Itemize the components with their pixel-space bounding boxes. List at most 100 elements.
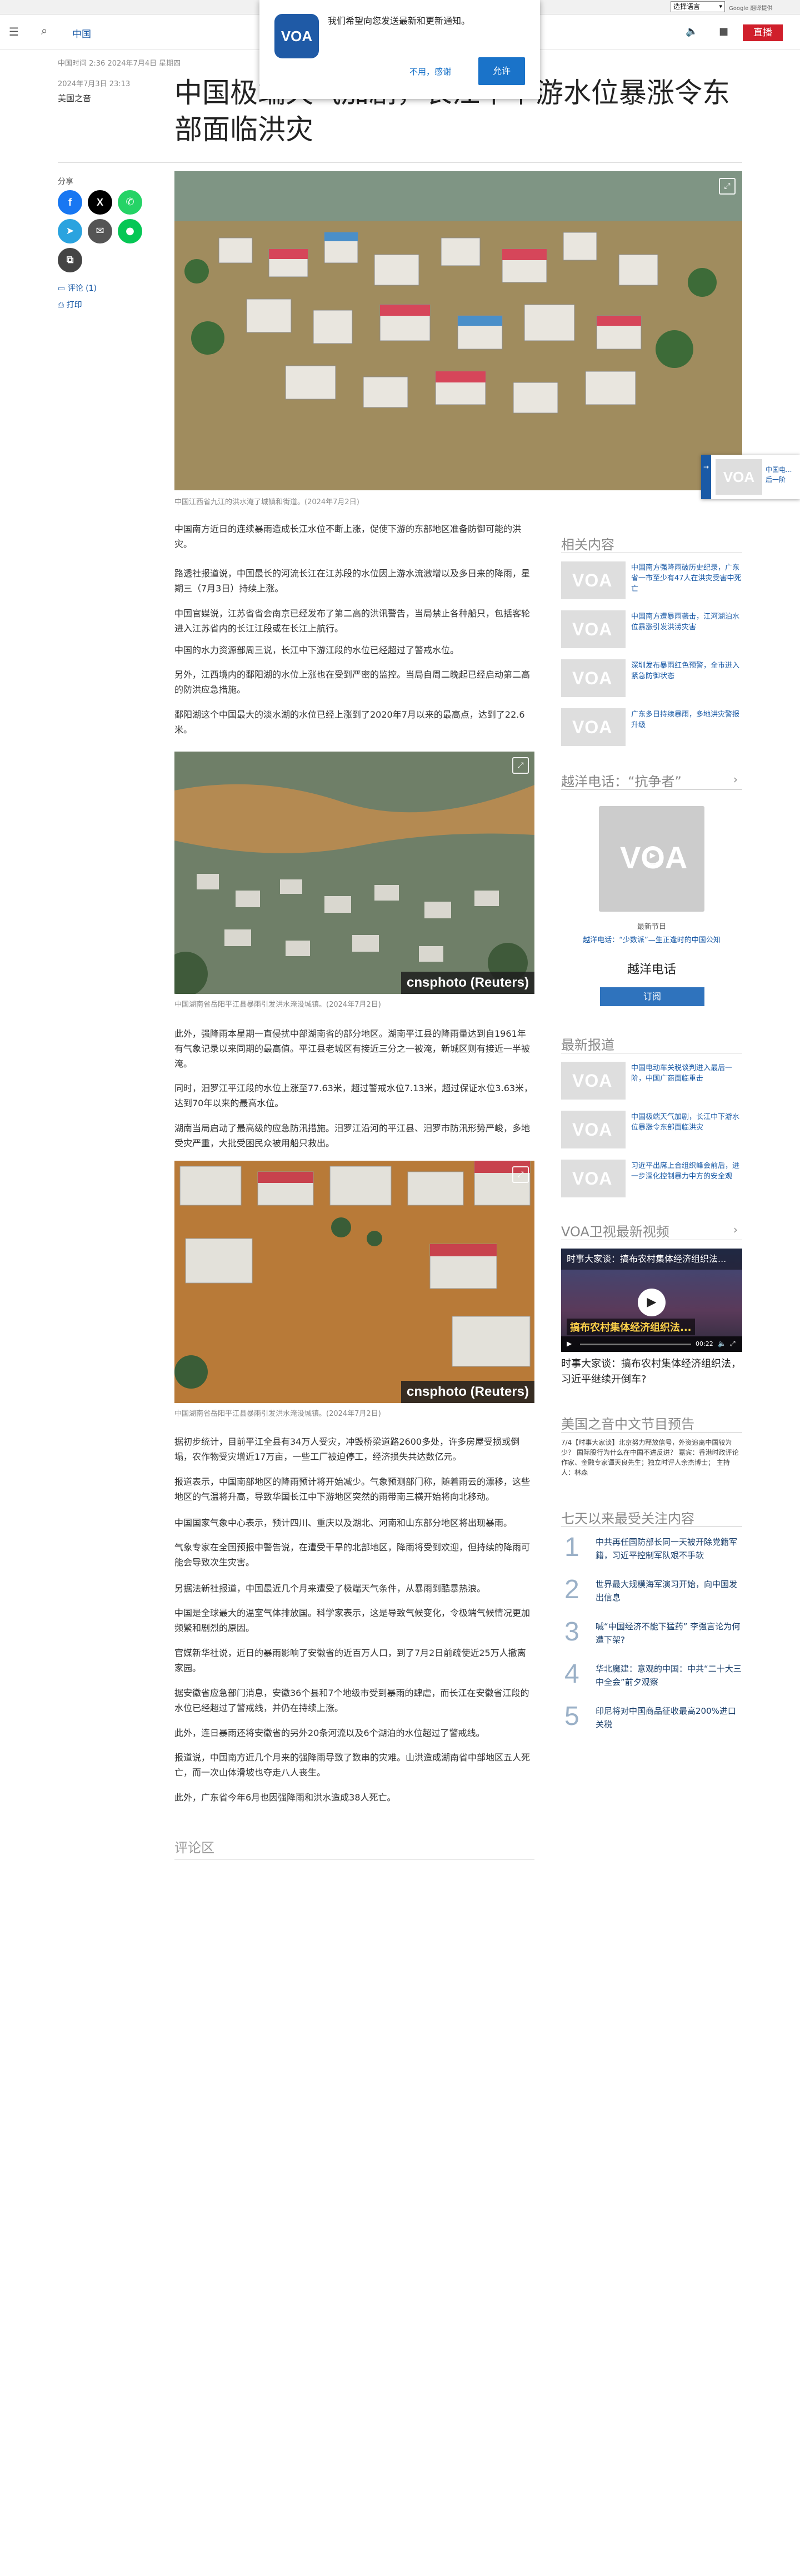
- fullscreen-icon[interactable]: ⤢: [730, 1340, 736, 1348]
- progress-bar[interactable]: [580, 1344, 691, 1345]
- paragraph: 据初步统计，目前平江全县有34万人受灾，冲毁桥梁道路2600多处，许多房屋受损或…: [174, 1436, 520, 1462]
- latest-item-title: 习近平出席上合组织峰会前后，进一步深化控制暴力中方的安全观: [631, 1162, 740, 1181]
- video-controls: ▶ 00:22 🔈 ⤢: [561, 1336, 742, 1352]
- language-select[interactable]: 选择语言: [671, 1, 725, 12]
- paragraph: 报道说，中国南方近几个月来的强降雨导致了数串的灾难。山洪造成湖南省中部地区五人死…: [174, 1752, 531, 1778]
- allow-button[interactable]: 允许: [478, 57, 525, 85]
- chevron-right-icon[interactable]: ›: [733, 1223, 738, 1236]
- paragraph: 另外，江西境内的鄱阳湖的水位上涨也在受到严密的监控。当局自周二晚起已经启动第二高…: [174, 669, 531, 695]
- paragraph: 中国的水力资源部周三说，长江中下游江段的水位已经超过了警戒水位。: [174, 645, 459, 655]
- comments-link[interactable]: ▭ 评论 (1): [58, 282, 97, 294]
- section-divider: [561, 1526, 742, 1527]
- live-button[interactable]: 直播: [743, 24, 783, 41]
- hero-caption: 中国江西省九江的洪水淹了城镇和街道。(2024年7月2日): [174, 498, 359, 506]
- paragraph: 鄱阳湖这个中国最大的淡水湖的水位已经上涨到了2020年7月以来的最高点，达到了2…: [174, 709, 525, 735]
- copy-link-icon[interactable]: ⧉: [58, 248, 82, 272]
- fullscreen-icon[interactable]: ⤢: [719, 178, 736, 195]
- popular-title: 七天以来最受关注内容: [561, 1511, 694, 1526]
- paragraph: 此外，广东省今年6月也因强降雨和洪水造成38人死亡。: [174, 1792, 396, 1803]
- article-photo[interactable]: ⤢ cnsphoto (Reuters): [174, 1161, 534, 1403]
- video-section-title[interactable]: VOA卫视最新视频: [561, 1221, 669, 1240]
- play-icon[interactable]: ▶: [638, 1289, 666, 1316]
- comments-heading: 评论区: [174, 1840, 214, 1856]
- podcast-episode-link[interactable]: 越洋电话：“少数派”—生正逢时的中国公知: [561, 934, 742, 944]
- related-item[interactable]: VOA 中国南方强降雨破历史纪录，广东省一市至少有47人在洪灾受害中死亡: [561, 561, 742, 600]
- related-thumb: VOA: [561, 561, 626, 599]
- print-link[interactable]: ⎙ 打印: [58, 299, 82, 310]
- paragraph: 报道表示，中国南部地区的降雨预计将开始减少。气象预测部门称，随着雨云的漂移，这些…: [174, 1476, 531, 1502]
- comment-icon: ▭: [58, 284, 68, 293]
- flood-street-illustration: [174, 1161, 534, 1403]
- menu-icon[interactable]: ☰: [9, 26, 19, 37]
- volume-icon[interactable]: 🔈: [718, 1340, 726, 1347]
- google-translate-label: Google 翻译提供: [729, 6, 773, 12]
- latest-item[interactable]: VOA 中国极端天气加剧，长江中下游水位暴涨令东部面临洪灾: [561, 1111, 742, 1150]
- podcast-latest-label: 最新节目: [637, 923, 666, 931]
- video-icon[interactable]: ■: [719, 26, 728, 37]
- telegram-share-icon[interactable]: ➤: [58, 219, 82, 243]
- related-item[interactable]: VOA 广东多日持续暴雨，多地洪灾警报升级: [561, 708, 742, 747]
- schedule-text: 7/4【时事大家谈】北京努力释放信号，外资追离中国较为少？ 国际股行为什么在中国…: [561, 1439, 739, 1476]
- x-share-icon[interactable]: X: [88, 190, 112, 215]
- chevron-right-icon[interactable]: ›: [733, 773, 738, 786]
- fullscreen-icon[interactable]: ⤢: [512, 757, 529, 774]
- floating-related-box[interactable]: → VOA 中国电... 后一阶: [701, 455, 800, 499]
- whatsapp-share-icon[interactable]: ✆: [118, 190, 142, 215]
- related-thumb: VOA: [561, 659, 626, 697]
- latest-thumb: VOA: [561, 1111, 626, 1148]
- related-item[interactable]: VOA 深圳发布暴雨红色预警，全市进入紧急防御状态: [561, 659, 742, 698]
- search-icon[interactable]: ⌕: [41, 25, 47, 36]
- notification-message: 我们希望向您发送最新和更新通知。: [328, 16, 471, 26]
- facebook-share-icon[interactable]: f: [58, 190, 82, 215]
- email-share-icon[interactable]: ✉: [88, 219, 112, 243]
- rank-number: 3: [564, 1617, 579, 1647]
- flood-town-illustration: [174, 171, 742, 490]
- video-subtitle: 搞布农村集体经济组织法...: [567, 1319, 695, 1335]
- video-player[interactable]: 时事大家谈：搞布农村集体经济组织法... ▶ 搞布农村集体经济组织法... ▶ …: [561, 1249, 742, 1352]
- latest-item[interactable]: VOA 习近平出席上合组织峰会前后，进一步深化控制暴力中方的安全观: [561, 1160, 742, 1199]
- popular-item[interactable]: 华北魔建：意观的中国：中共“二十大三中全会”前夕观察: [596, 1662, 742, 1689]
- play-icon[interactable]: ▶: [643, 846, 662, 865]
- related-item-title: 广东多日持续暴雨，多地洪灾警报升级: [631, 710, 740, 729]
- video-caption[interactable]: 时事大家谈：搞布农村集体经济组织法，习近平继续开倒车?: [561, 1356, 742, 1388]
- subscribe-button[interactable]: 订阅: [600, 987, 704, 1006]
- float-thumb: VOA: [716, 459, 762, 495]
- rank-number: 4: [564, 1659, 579, 1689]
- popular-item[interactable]: 喊“中国经济不能下猛药” 李强言论为何遭下架?: [596, 1620, 742, 1647]
- paragraph: 中国官媒说，江苏省省会南京已经发布了第二高的洪讯警告，当局禁止各种船只，包括客轮…: [174, 608, 531, 634]
- popular-item[interactable]: 中共再任国防部长同一天被开除党籍军籍，习近平控制军队艰不手软: [596, 1535, 742, 1562]
- podcast-section-label: 越洋电话：“抗争者”: [561, 774, 682, 789]
- latest-title: 最新报道: [561, 1037, 614, 1053]
- video-time: 00:22: [696, 1340, 713, 1347]
- article-photo[interactable]: ⤢ cnsphoto (Reuters): [174, 752, 534, 994]
- photo-caption: 中国湖南省岳阳平江县暴雨引发洪水淹没城镇。(2024年7月2日): [174, 1410, 381, 1418]
- latest-item[interactable]: VOA 中国电动车关税谈判进入最后一阶，中国广商面临重击: [561, 1062, 742, 1101]
- author[interactable]: 美国之音: [58, 92, 91, 104]
- podcast-name: 越洋电话: [627, 963, 676, 977]
- play-control-icon[interactable]: ▶: [567, 1340, 572, 1347]
- related-thumb: VOA: [561, 708, 626, 746]
- rank-number: 5: [564, 1702, 579, 1731]
- line-share-icon[interactable]: ●: [118, 219, 142, 243]
- latest-item-title: 中国极端天气加剧，长江中下游水位暴涨令东部面临洪灾: [631, 1113, 740, 1132]
- hero-image[interactable]: ⤢: [174, 171, 742, 490]
- podcast-cover[interactable]: VOA ▶: [599, 806, 704, 912]
- paragraph: 路透社报道说，中国最长的河流长江在江苏段的水位因上游水流激增以及多日来的降雨，星…: [174, 568, 531, 594]
- collapse-arrow-icon[interactable]: →: [701, 455, 711, 499]
- latest-item-title: 中国电动车关税谈判进入最后一阶，中国广商面临重击: [631, 1064, 733, 1083]
- popular-item[interactable]: 印尼将对中国商品征收最高200%进口关税: [596, 1704, 742, 1731]
- audio-icon[interactable]: 🔈: [686, 26, 698, 37]
- nav-section-china[interactable]: 中国: [72, 26, 91, 40]
- paragraph: 另据法新社报道，中国最近几个月来遭受了极端天气条件，从暴雨到酷暴热浪。: [174, 1583, 486, 1594]
- podcast-section-title[interactable]: 越洋电话：“抗争者”: [561, 770, 682, 790]
- related-thumb: VOA: [561, 610, 626, 648]
- comments-link-label: 评论 (1): [67, 284, 97, 293]
- photo-credit: cnsphoto (Reuters): [401, 972, 534, 994]
- popular-item[interactable]: 世界最大规模海军演习开始，向中国发出信息: [596, 1578, 742, 1604]
- fullscreen-icon[interactable]: ⤢: [512, 1166, 529, 1183]
- paragraph: 中国国家气象中心表示，预计四川、重庆以及湖北、河南和山东部分地区将出现暴雨。: [174, 1518, 513, 1528]
- deny-button[interactable]: 不用，感谢: [409, 66, 451, 77]
- section-divider: [561, 1432, 742, 1433]
- related-item[interactable]: VOA 中国南方遭暴雨袭击，江河湖泊水位暴涨引发洪涝灾害: [561, 610, 742, 649]
- voa-logo: VOA: [274, 14, 319, 58]
